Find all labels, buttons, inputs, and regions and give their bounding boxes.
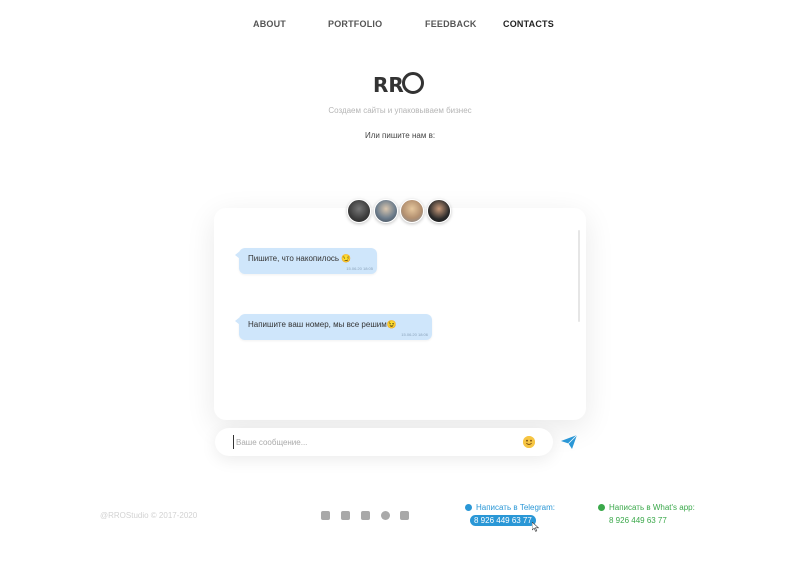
nav-feedback[interactable]: FEEDBACK [425,19,477,29]
contact-subtitle: Или пишите нам в: [364,131,436,140]
avatar [347,199,371,223]
chat-window: Пишите, что накопилось 😏 15.06.20 18:05 … [214,208,586,420]
whatsapp-icon[interactable] [381,511,390,520]
chat-message-text: Напишите ваш номер, мы все решим😉 [248,320,397,329]
telegram-phone-link[interactable]: 8 926 449 63 77 [470,515,536,526]
chat-message: Напишите ваш номер, мы все решим😉 15.06.… [235,314,432,340]
message-input[interactable] [233,435,506,449]
behance-icon[interactable] [341,511,350,520]
mouse-cursor-icon [531,519,540,532]
whatsapp-label-text: Написать в What's app: [609,503,695,512]
logo-ring-icon [402,72,424,94]
copyright: @RROStudio © 2017-2020 [100,511,198,520]
nav-portfolio[interactable]: PORTFOLIO [328,19,382,29]
chat-message: Пишите, что накопилось 😏 15.06.20 18:05 [235,248,377,274]
avatar [427,199,451,223]
vk-icon[interactable] [361,511,370,520]
top-nav: ABOUT PORTFOLIO FEEDBACK CONTACTS [0,19,800,33]
message-input-bar [215,428,553,456]
chat-message-time: 15.06.20 18:06 [401,332,428,337]
whatsapp-icon [598,504,605,511]
chat-scrollbar[interactable] [578,230,580,322]
chat-message-time: 15.06.20 18:05 [346,266,373,271]
nav-about[interactable]: ABOUT [253,19,286,29]
telegram-label: Написать в Telegram: [465,503,555,512]
telegram-label-text: Написать в Telegram: [476,503,555,512]
whatsapp-label: Написать в What's app: [598,503,695,512]
avatar [400,199,424,223]
logo: RR [373,72,433,97]
telegram-icon [465,504,472,511]
whatsapp-phone-link[interactable]: 8 926 449 63 77 [609,516,667,525]
telegram-icon[interactable] [321,511,330,520]
smile-emoji-icon[interactable] [523,436,535,448]
nav-contacts[interactable]: CONTACTS [503,19,554,29]
instagram-icon[interactable] [400,511,409,520]
tagline: Создаем сайты и упаковываем бизнес [328,106,472,115]
paper-plane-icon[interactable] [560,434,578,450]
chat-message-text: Пишите, что накопилось 😏 [248,254,352,263]
logo-text: RR [373,73,404,97]
avatar [374,199,398,223]
